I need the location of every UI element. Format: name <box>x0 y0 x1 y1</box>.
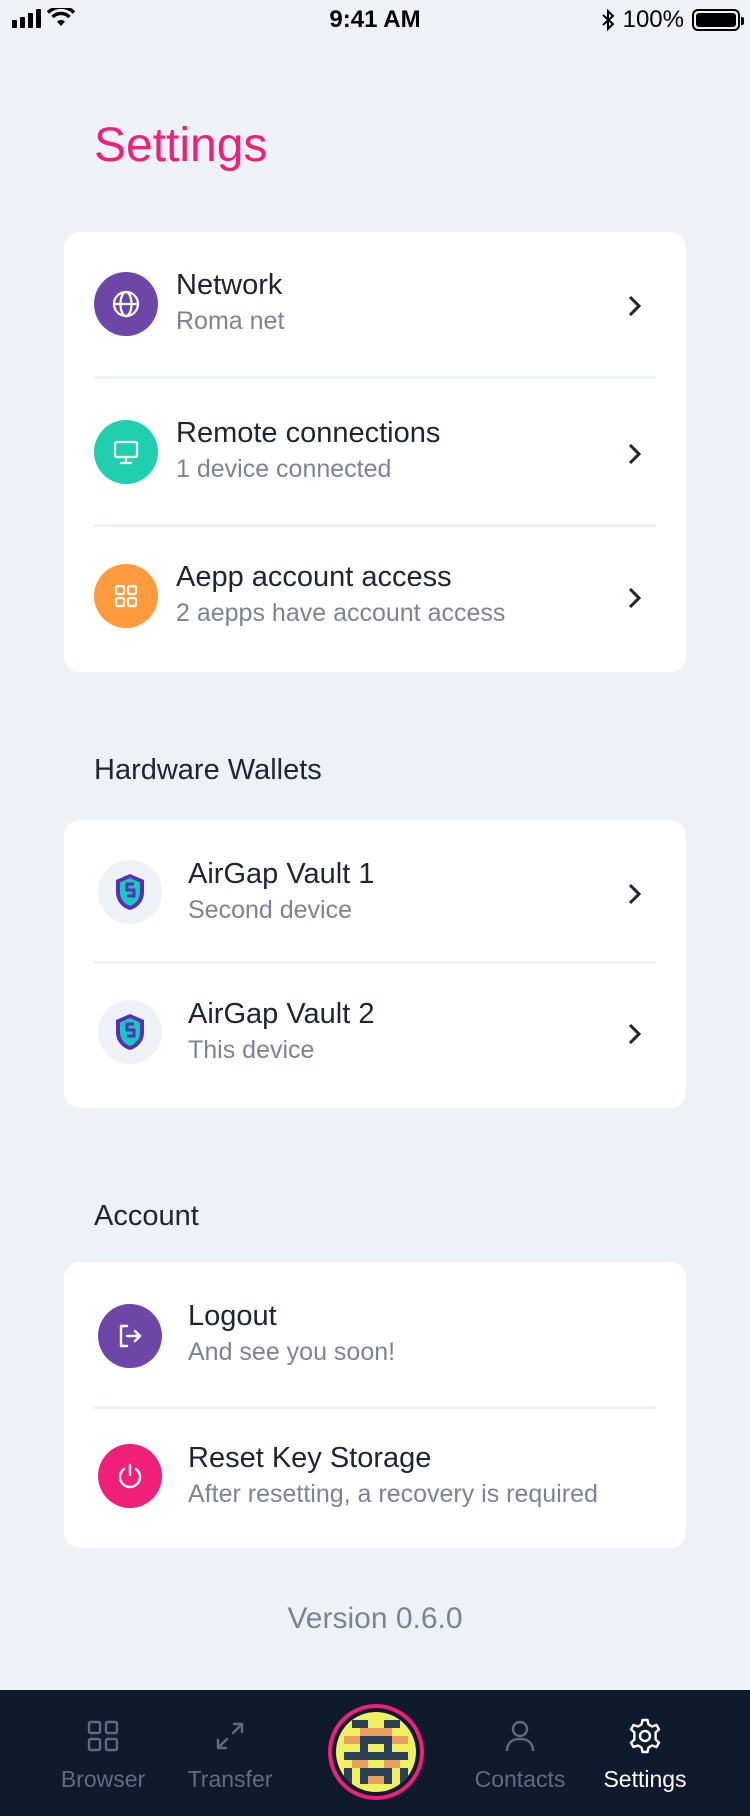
vault-1-subtitle: Second device <box>188 896 353 924</box>
tab-settings-label: Settings <box>603 1766 687 1792</box>
battery-icon <box>692 9 744 31</box>
vault-1-title: AirGap Vault 1 <box>188 858 375 890</box>
tab-bar: Browser Transfer Contacts Settings <box>0 1690 750 1816</box>
tab-browser-label: Browser <box>60 1766 146 1792</box>
globe-icon <box>94 272 158 336</box>
grid-icon <box>94 564 158 628</box>
network-row[interactable]: Network Roma net <box>64 232 686 380</box>
battery-percent: 100% <box>622 6 684 33</box>
chevron-right-icon <box>622 882 646 906</box>
tab-transfer-label: Transfer <box>187 1766 273 1792</box>
tab-transfer[interactable]: Transfer <box>165 1690 295 1816</box>
chevron-right-icon <box>622 586 646 610</box>
remote-connections-row[interactable]: Remote connections 1 device connected <box>64 380 686 528</box>
account-heading: Account <box>94 1200 199 1232</box>
aepp-access-subtitle: 2 aepps have account access <box>176 599 506 627</box>
vault-2-title: AirGap Vault 2 <box>188 998 375 1030</box>
account-avatar[interactable] <box>328 1704 424 1800</box>
logout-icon <box>98 1304 162 1368</box>
logout-subtitle: And see you soon! <box>188 1338 396 1366</box>
logout-row[interactable]: Logout And see you soon! <box>64 1262 686 1408</box>
page-title: Settings <box>94 119 268 172</box>
reset-key-storage-row[interactable]: Reset Key Storage After resetting, a rec… <box>64 1408 686 1548</box>
network-title: Network <box>176 269 283 301</box>
chevron-right-icon <box>622 294 646 318</box>
person-icon <box>500 1716 540 1756</box>
power-icon <box>98 1444 162 1508</box>
chevron-right-icon <box>622 1022 646 1046</box>
version-label: Version 0.6.0 <box>287 1602 463 1635</box>
airgap-shield-icon <box>98 1000 162 1064</box>
bluetooth-icon <box>601 9 615 31</box>
chevron-right-icon <box>622 442 646 466</box>
aepp-account-access-row[interactable]: Aepp account access 2 aepps have account… <box>64 528 686 672</box>
divider <box>94 524 656 527</box>
aepp-access-title: Aepp account access <box>176 561 452 593</box>
remote-connections-title: Remote connections <box>176 417 441 449</box>
tab-contacts[interactable]: Contacts <box>455 1690 585 1816</box>
tab-browser[interactable]: Browser <box>38 1690 168 1816</box>
reset-key-storage-title: Reset Key Storage <box>188 1442 432 1474</box>
airgap-vault-1-row[interactable]: AirGap Vault 1 Second device <box>64 820 686 964</box>
airgap-vault-2-row[interactable]: AirGap Vault 2 This device <box>64 964 686 1108</box>
identicon-avatar <box>336 1712 416 1792</box>
tab-contacts-label: Contacts <box>474 1766 566 1792</box>
reset-key-storage-subtitle: After resetting, a recovery is required <box>188 1480 598 1508</box>
tab-settings[interactable]: Settings <box>580 1690 710 1816</box>
gear-icon <box>625 1716 665 1756</box>
hardware-wallets-heading: Hardware Wallets <box>94 754 322 786</box>
vault-2-subtitle: This device <box>188 1036 315 1064</box>
logout-title: Logout <box>188 1300 277 1332</box>
network-subtitle: Roma net <box>176 307 285 335</box>
account-card: Logout And see you soon! Reset Key Stora… <box>64 1262 686 1548</box>
settings-card: Network Roma net Remote connections 1 de… <box>64 232 686 672</box>
hardware-wallets-card: AirGap Vault 1 Second device AirGap Vaul… <box>64 820 686 1108</box>
browser-grid-icon <box>83 1716 123 1756</box>
transfer-arrows-icon <box>210 1716 250 1756</box>
status-bar: 9:41 AM 100% <box>0 0 750 42</box>
divider <box>94 376 656 379</box>
remote-connections-subtitle: 1 device connected <box>176 455 392 483</box>
airgap-shield-icon <box>98 860 162 924</box>
monitor-icon <box>94 420 158 484</box>
